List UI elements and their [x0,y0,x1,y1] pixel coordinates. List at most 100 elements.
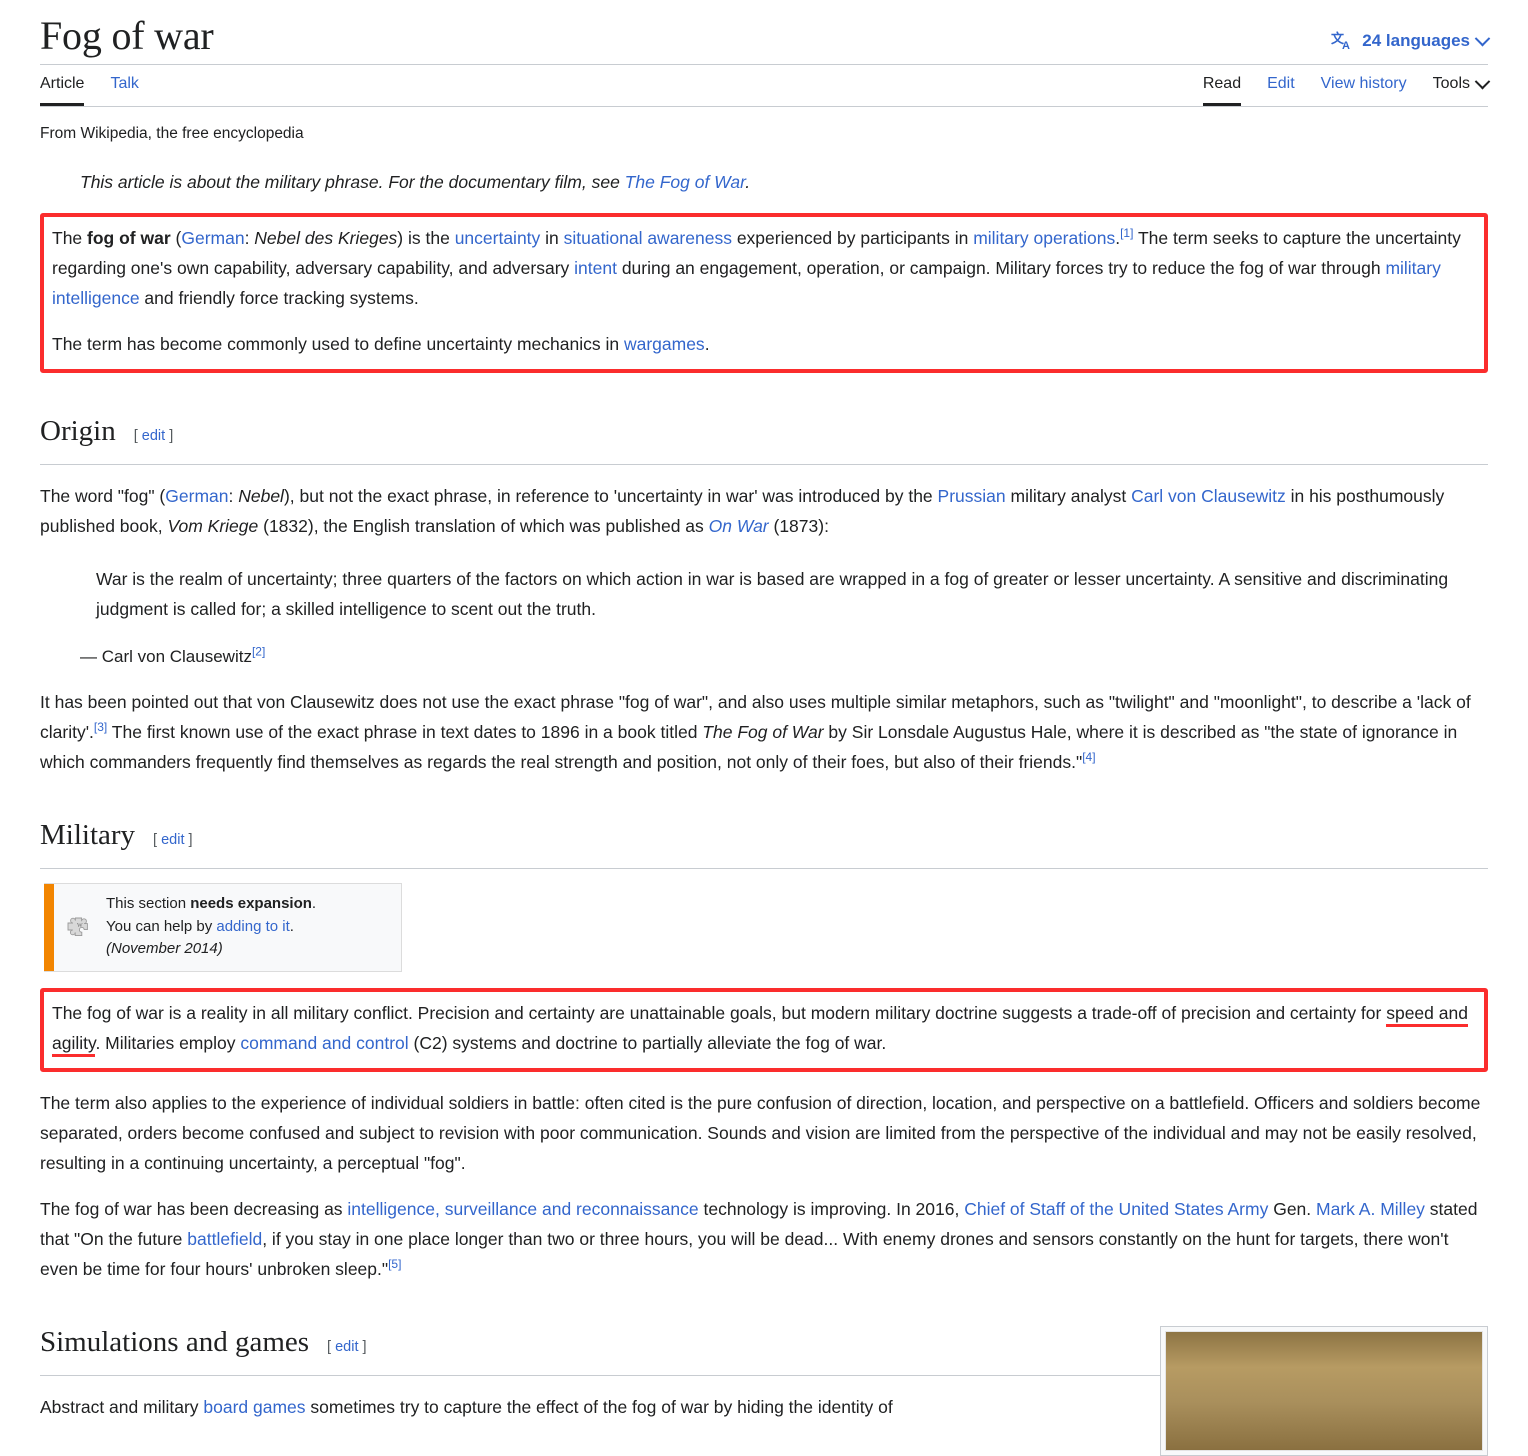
tab-talk[interactable]: Talk [110,65,138,105]
reference-4[interactable]: [4] [1082,750,1095,764]
section-title: Origin [40,415,116,448]
namespace-tabs: Article Talk [40,65,165,106]
namespace-tabs-row: Article Talk Read Edit View history Tool… [40,65,1491,107]
lead-text: in [540,228,564,249]
origin-paragraph-1: The word "fog" (German: Nebel), but not … [40,481,1488,541]
text: . Militaries employ [95,1032,241,1053]
link-on-war[interactable]: On War [709,516,769,536]
reference-1[interactable]: [1] [1120,226,1133,240]
hatnote: This article is about the military phras… [80,167,1488,197]
reference-3[interactable]: [3] [94,720,107,734]
lead-paragraph-2: The term has become commonly used to def… [52,329,1476,359]
lead-text: The [52,228,88,249]
article-page: Fog of war 文 A 24 languages Article Talk… [0,0,1528,1456]
book-title-the-fog-of-war: The Fog of War [702,722,824,743]
lead-text: experienced by participants in [731,228,974,249]
tab-view-history[interactable]: View history [1321,65,1407,105]
reference-2[interactable]: [2] [252,644,265,658]
link-mark-a-milley[interactable]: Mark A. Milley [1316,1199,1425,1219]
edit-link[interactable]: edit [142,428,165,444]
link-adding-to-it[interactable]: adding to it [216,918,289,935]
lead-text: ) is the [397,228,455,249]
article-thumbnail[interactable] [1160,1326,1488,1456]
language-translate-icon: 文 A [1331,30,1355,52]
expansion-notice-box: W This section needs expansion. You can … [44,883,402,972]
thumbnail-image [1165,1331,1483,1451]
notice-date: (November 2014) [106,940,223,958]
lead-bold-term: fog of war [87,228,171,249]
link-battlefield[interactable]: battlefield [187,1229,262,1249]
tools-label: Tools [1432,75,1470,92]
link-german[interactable]: German [181,228,244,248]
text: : [228,486,239,507]
lead-highlight-box: The fog of war (German: Nebel des Kriege… [40,213,1488,374]
edit-link[interactable]: edit [335,1339,358,1355]
edit-link[interactable]: edit [161,832,184,848]
lead-text: and friendly force tracking systems. [139,288,419,309]
section-heading-military: Military [ edit ] [40,811,1488,870]
text: technology is improving. In 2016, [698,1199,965,1220]
german-word-nebel: Nebel [238,486,284,507]
link-isr[interactable]: intelligence, surveillance and reconnais… [347,1199,698,1219]
notice-line-1: This section needs expansion. [106,895,317,913]
section-title: Military [40,819,136,852]
language-selector-button[interactable]: 文 A 24 languages [1331,30,1491,58]
chevron-down-icon [1474,73,1491,89]
text: Gen. [1268,1199,1317,1220]
text: The word "fog" ( [40,486,166,507]
text: (1832), the English translation of which… [258,516,709,537]
military-paragraph-2: The term also applies to the experience … [40,1092,1481,1173]
view-tabs: Read Edit View history Tools [1177,65,1491,106]
military-paragraph-1: The fog of war is a reality in all milit… [52,998,1476,1058]
lead-paragraph-1: The fog of war (German: Nebel des Kriege… [52,223,1476,313]
link-military-operations[interactable]: military operations [973,228,1115,248]
link-carl-von-clausewitz[interactable]: Carl von Clausewitz [1131,486,1286,506]
text: Abstract and military [40,1397,204,1418]
lead-german-phrase: Nebel des Krieges [254,228,398,249]
page-title: Fog of war [40,13,214,58]
link-intent[interactable]: intent [574,258,617,278]
link-german[interactable]: German [165,486,228,506]
hatnote-text-end: . [745,172,751,192]
tools-dropdown[interactable]: Tools [1432,65,1491,105]
clausewitz-blockquote: War is the realm of uncertainty; three q… [96,568,1449,619]
link-situational-awareness[interactable]: situational awareness [564,228,732,248]
text: The fog of war is a reality in all milit… [52,1002,1387,1023]
svg-text:A: A [1342,40,1350,52]
lead-text: during an engagement, operation, or camp… [616,258,1386,279]
link-prussian[interactable]: Prussian [938,486,1006,506]
hatnote-link-the-fog-of-war[interactable]: The Fog of War [625,172,746,192]
link-wargames[interactable]: wargames [624,334,705,354]
tab-edit[interactable]: Edit [1267,65,1295,105]
site-subtitle: From Wikipedia, the free encyclopedia [40,125,304,142]
lead-text: ( [170,228,182,249]
edit-section-link-origin: [ edit ] [133,428,174,445]
puzzle-piece-icon: W [54,884,106,971]
text: The fog of war has been decreasing as [40,1199,348,1220]
tab-article[interactable]: Article [40,65,85,106]
title-row: Fog of war 文 A 24 languages [40,0,1491,65]
link-board-games[interactable]: board games [203,1397,305,1417]
text: sometimes try to capture the effect of t… [305,1397,893,1418]
notice-line-2: You can help by adding to it. [106,917,294,935]
lead-text: . [704,334,710,355]
text: ), but not the exact phrase, in referenc… [283,486,938,507]
edit-section-link-military: [ edit ] [153,832,193,849]
needs-expansion-label: needs expansion [190,895,312,913]
tab-read[interactable]: Read [1202,65,1242,106]
link-command-and-control[interactable]: command and control [240,1033,408,1053]
expansion-notice-text: This section needs expansion. You can he… [106,884,324,971]
text: (C2) systems and doctrine to partially a… [408,1032,887,1053]
hatnote-text: This article is about the military phras… [80,172,625,192]
blockquote-attribution: — Carl von Clausewitz[2] [80,642,1488,671]
link-uncertainty[interactable]: uncertainty [455,228,541,248]
book-title-vom-kriege: Vom Kriege [167,516,259,537]
svg-text:W: W [77,923,83,929]
section-title: Simulations and games [40,1326,310,1359]
military-paragraph-3: The fog of war has been decreasing as in… [40,1194,1488,1284]
language-count-label: 24 languages [1362,31,1470,50]
link-chief-of-staff[interactable]: Chief of Staff of the United States Army [964,1199,1268,1219]
lead-text: The term has become commonly used to def… [52,334,624,355]
reference-5[interactable]: [5] [388,1257,401,1271]
military-highlight-box: The fog of war is a reality in all milit… [40,987,1488,1072]
